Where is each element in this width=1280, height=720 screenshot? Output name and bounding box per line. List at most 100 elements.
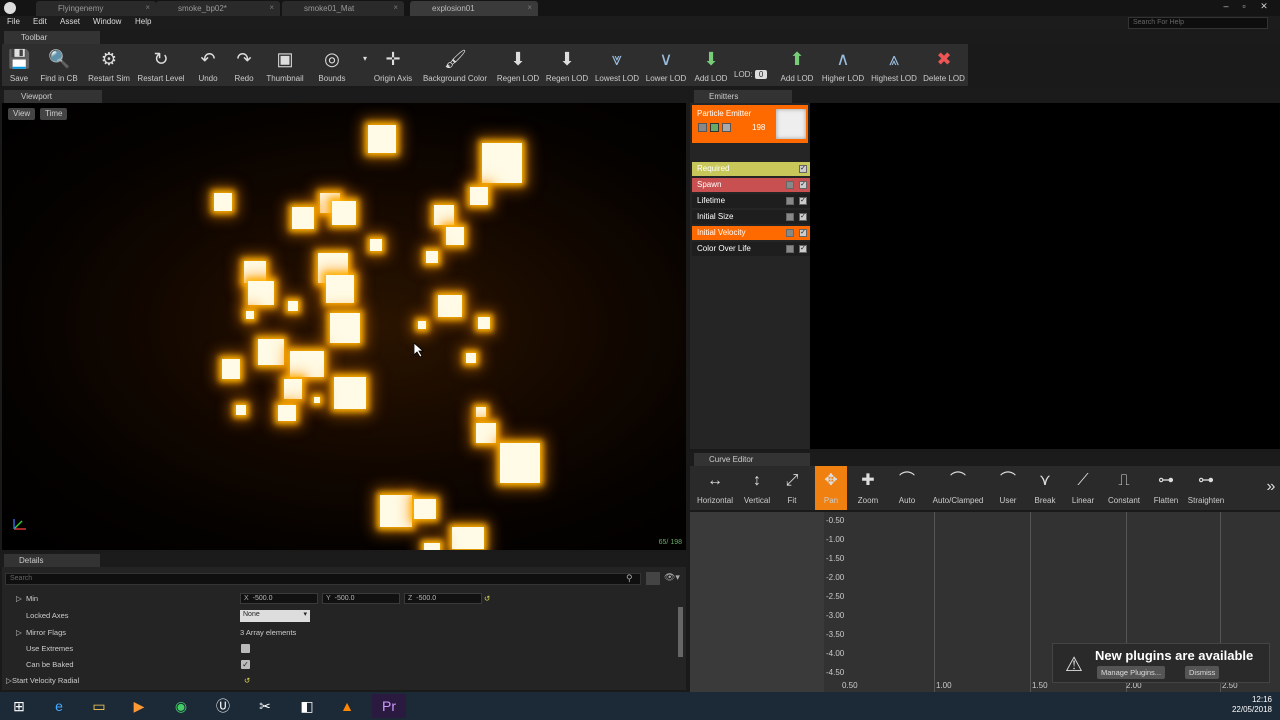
module-enabled-checkbox[interactable]: ✓ [799, 165, 807, 173]
unreal-engine-icon[interactable]: Ⓤ [206, 694, 240, 718]
lowest-lod-button[interactable]: ⩔ Lowest LOD [594, 44, 640, 86]
bounds-button[interactable]: ◎ Bounds [314, 44, 350, 86]
vertical-button[interactable]: ↕ Vertical [740, 466, 774, 510]
manage-plugins-button[interactable]: Manage Plugins... [1097, 666, 1166, 679]
linear-button[interactable]: ⟋ Linear [1068, 466, 1098, 510]
module-enabled-checkbox[interactable]: ✓ [799, 181, 807, 189]
use-extremes-checkbox[interactable] [241, 644, 250, 653]
save-button[interactable]: 💾 Save [2, 44, 36, 86]
view-button[interactable]: View [8, 108, 36, 120]
module-curve-toggle[interactable] [786, 181, 794, 189]
constant-button[interactable]: ⎍ Constant [1106, 466, 1142, 510]
flatten-button[interactable]: ⊶ Flatten [1150, 466, 1182, 510]
details-tab[interactable]: Details [4, 554, 100, 567]
restart-level-button[interactable]: ↻ Restart Level [136, 44, 186, 86]
curve-editor-tab[interactable]: Curve Editor [694, 453, 810, 466]
expand-arrow-icon[interactable]: ▷ [6, 676, 12, 685]
grid-view-icon[interactable] [646, 572, 660, 585]
redo-button[interactable]: ↷ Redo [228, 44, 260, 86]
regen-lod-button-2[interactable]: ⬇ Regen LOD [545, 44, 589, 86]
module-required[interactable]: Required ✓ [692, 162, 810, 176]
module-enabled-checkbox[interactable]: ✓ [799, 213, 807, 221]
pan-button[interactable]: ✥ Pan [815, 466, 847, 510]
maximize-button[interactable]: ▫ [1238, 1, 1250, 11]
game-app-icon[interactable]: ◧ [290, 694, 324, 718]
locked-axes-dropdown[interactable]: None ▾ [240, 610, 310, 622]
viewport[interactable]: View Time 65/ 198 [2, 103, 686, 550]
user-button[interactable]: ⌒ User [996, 466, 1020, 510]
module-enabled-checkbox[interactable]: ✓ [799, 229, 807, 237]
module-spawn[interactable]: Spawn ✓ [692, 178, 810, 192]
thumbnail-button[interactable]: ▣ Thumbnail [264, 44, 306, 86]
tab-smoke-bp02[interactable]: smoke_bp02* × [156, 1, 280, 16]
module-initial-velocity[interactable]: Initial Velocity ✓ [692, 226, 810, 240]
vlc-icon[interactable]: ▲ [330, 694, 364, 718]
module-curve-toggle[interactable] [786, 245, 794, 253]
expand-arrow-icon[interactable]: ▷ [16, 594, 22, 603]
close-icon[interactable]: × [393, 3, 398, 12]
menu-help[interactable]: Help [135, 17, 151, 26]
emitter-color-icon[interactable] [710, 123, 719, 132]
lod-selector[interactable]: LOD: 0 [734, 70, 768, 82]
expand-arrow-icon[interactable]: ▷ [16, 628, 22, 637]
media-player-icon[interactable]: ▶ [122, 694, 156, 718]
break-button[interactable]: ⋎ Break [1032, 466, 1058, 510]
min-x-field[interactable]: X -500.0 [240, 593, 318, 604]
emitter-toggle-icon[interactable] [698, 123, 707, 132]
close-icon[interactable]: × [527, 3, 532, 12]
straighten-button[interactable]: ⊶ Straighten [1186, 466, 1226, 510]
time-button[interactable]: Time [40, 108, 68, 120]
find-in-cb-button[interactable]: 🔍 Find in CB [38, 44, 80, 86]
min-z-field[interactable]: Z -500.0 [404, 593, 482, 604]
undo-button[interactable]: ↶ Undo [192, 44, 224, 86]
auto-clamped-button[interactable]: ⌒ Auto/Clamped [930, 466, 986, 510]
lod-value-field[interactable]: 0 [754, 70, 768, 79]
delete-lod-button[interactable]: ✖ Delete LOD [922, 44, 966, 86]
close-window-button[interactable]: ✕ [1258, 1, 1270, 11]
bounds-dropdown[interactable]: ▾ [354, 44, 367, 86]
add-lod-button-2[interactable]: ⬆ Add LOD [778, 44, 816, 86]
module-enabled-checkbox[interactable]: ✓ [799, 197, 807, 205]
file-explorer-icon[interactable]: ▭ [82, 694, 116, 718]
menu-window[interactable]: Window [93, 17, 121, 26]
menu-asset[interactable]: Asset [60, 17, 80, 26]
regen-lod-button-1[interactable]: ⬇ Regen LOD [496, 44, 540, 86]
windows-start-icon[interactable]: ⊞ [2, 694, 36, 718]
menu-edit[interactable]: Edit [33, 17, 47, 26]
module-curve-toggle[interactable] [786, 197, 794, 205]
module-enabled-checkbox[interactable]: ✓ [799, 245, 807, 253]
add-lod-button-1[interactable]: ⬇ Add LOD [692, 44, 730, 86]
reset-icon[interactable]: ↺ [244, 676, 250, 685]
details-search-input[interactable]: Search [5, 573, 641, 585]
higher-lod-button[interactable]: ∧ Higher LOD [820, 44, 866, 86]
restart-sim-button[interactable]: ⚙ Restart Sim [86, 44, 132, 86]
close-icon[interactable]: × [145, 3, 150, 12]
unreal-logo[interactable] [4, 2, 16, 14]
emitter-solo-icon[interactable] [722, 123, 731, 132]
module-curve-toggle[interactable] [786, 229, 794, 237]
fit-button[interactable]: ⤢ Fit [780, 466, 804, 510]
tool-app-icon[interactable]: ✂ [248, 694, 282, 718]
lower-lod-button[interactable]: ∨ Lower LOD [644, 44, 688, 86]
premiere-icon[interactable]: Pr [372, 694, 406, 718]
system-clock[interactable]: 12:16 22/05/2018 [1232, 695, 1272, 715]
eye-icon[interactable]: 👁▾ [664, 572, 680, 583]
can-be-baked-checkbox[interactable]: ✓ [241, 660, 250, 669]
tab-smoke01-mat[interactable]: smoke01_Mat × [282, 1, 404, 16]
search-help-input[interactable]: Search For Help [1128, 17, 1268, 29]
details-scrollbar[interactable] [678, 607, 683, 657]
chrome-icon[interactable]: ◉ [164, 694, 198, 718]
tab-explosion01[interactable]: explosion01 × [410, 1, 538, 16]
module-lifetime[interactable]: Lifetime ✓ [692, 194, 810, 208]
background-color-button[interactable]: 🖌 Background Color [422, 44, 488, 86]
viewport-tab[interactable]: Viewport [4, 90, 102, 103]
module-curve-toggle[interactable] [786, 213, 794, 221]
auto-button[interactable]: ⌒ Auto [894, 466, 920, 510]
dismiss-button[interactable]: Dismiss [1185, 666, 1220, 679]
more-tools-button[interactable]: » [1260, 466, 1276, 510]
module-color-over-life[interactable]: Color Over Life ✓ [692, 242, 810, 256]
internet-explorer-icon[interactable]: e [42, 694, 76, 718]
min-y-field[interactable]: Y -500.0 [322, 593, 400, 604]
module-initial-size[interactable]: Initial Size ✓ [692, 210, 810, 224]
emitters-tab[interactable]: Emitters [694, 90, 792, 103]
